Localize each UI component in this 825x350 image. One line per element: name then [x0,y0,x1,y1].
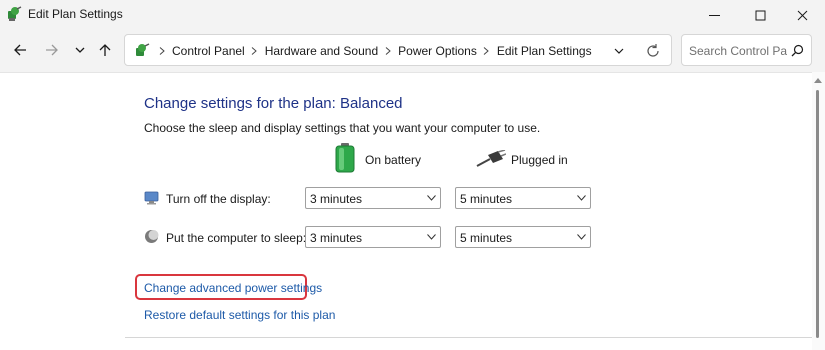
close-button[interactable] [779,0,825,30]
scrollbar-thumb[interactable] [816,90,819,338]
page-title: Change settings for the plan: Balanced [144,95,403,112]
address-dropdown-icon[interactable] [612,44,626,58]
control-panel-icon [134,42,150,58]
display-plugged-select[interactable]: 5 minutes [455,187,591,209]
maximize-button[interactable] [737,0,783,30]
chevron-down-icon [577,195,586,201]
breadcrumb-power-options[interactable]: Power Options [395,44,480,58]
chevron-right-icon [155,47,169,55]
breadcrumb-control-panel[interactable]: Control Panel [169,44,248,58]
maximize-icon [755,10,765,20]
minimize-icon [708,14,720,16]
chevron-down-icon [577,234,586,240]
page-description: Choose the sleep and display settings th… [144,121,541,135]
chevron-down-icon [427,234,436,240]
scroll-up-icon[interactable] [814,77,822,83]
breadcrumb-edit-plan-settings[interactable]: Edit Plan Settings [494,44,595,58]
refresh-icon[interactable] [645,43,661,59]
breadcrumb: Control Panel Hardware and Sound Power O… [155,44,595,58]
window-title: Edit Plan Settings [28,7,123,21]
close-icon [797,10,807,20]
display-timeout-label: Turn off the display: [166,192,271,206]
forward-button[interactable] [40,38,64,62]
divider [125,337,812,338]
recent-dropdown-icon [75,47,85,53]
up-arrow-icon [99,44,111,56]
battery-icon [334,143,356,173]
column-on-battery: On battery [365,153,422,167]
sleep-timeout-label: Put the computer to sleep: [166,231,307,245]
back-button[interactable] [8,38,32,62]
breadcrumb-hardware-and-sound[interactable]: Hardware and Sound [262,44,381,58]
restore-defaults-link[interactable]: Restore default settings for this plan [144,308,335,322]
up-button[interactable] [93,38,117,62]
content-pane [0,72,812,350]
power-plug-icon [476,149,507,168]
sleep-battery-select[interactable]: 3 minutes [305,226,441,248]
navigation-bar: Control Panel Hardware and Sound Power O… [0,30,825,70]
minimize-button[interactable] [691,0,737,30]
chevron-right-icon [248,47,262,55]
chevron-right-icon [381,47,395,55]
monitor-icon [144,190,159,205]
change-advanced-settings-link[interactable]: Change advanced power settings [144,281,322,295]
search-icon[interactable] [791,44,804,57]
forward-arrow-icon [46,44,58,56]
power-plan-icon [6,6,22,22]
search-box[interactable]: Search Control Pa... [681,34,812,66]
column-plugged-in: Plugged in [511,153,568,167]
title-bar: Edit Plan Settings [0,0,825,30]
display-battery-select[interactable]: 3 minutes [305,187,441,209]
chevron-down-icon [427,195,436,201]
moon-icon [144,229,159,244]
address-bar[interactable]: Control Panel Hardware and Sound Power O… [124,34,672,66]
search-input[interactable]: Search Control Pa... [689,44,787,58]
back-arrow-icon [14,44,26,56]
sleep-plugged-select[interactable]: 5 minutes [455,226,591,248]
recent-locations-button[interactable] [68,38,92,62]
chevron-right-icon [480,47,494,55]
